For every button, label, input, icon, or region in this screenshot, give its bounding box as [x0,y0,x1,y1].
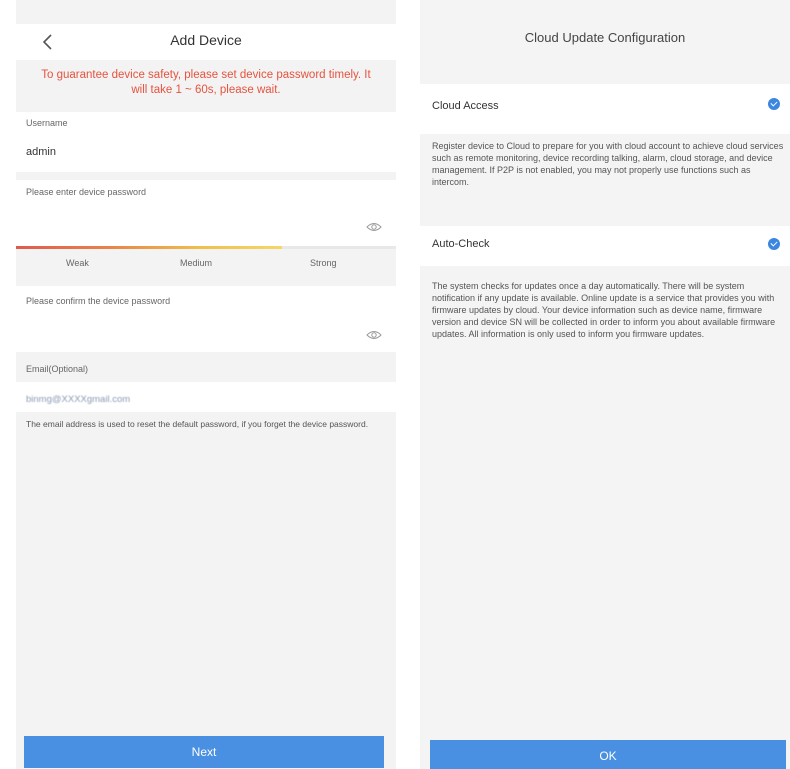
show-password-eye-icon[interactable] [366,220,382,232]
strength-medium-label: Medium [180,258,213,268]
page-title: Add Device [170,32,242,48]
cloud-access-description: Register device to Cloud to prepare for … [432,141,784,187]
confirm-password-field[interactable]: Please confirm the device password [16,286,396,352]
page-title: Cloud Update Configuration [524,30,686,45]
cloud-access-row[interactable]: Cloud Access [420,84,790,134]
cloud-access-title: Cloud Access [432,100,499,112]
ok-button[interactable]: OK [430,740,786,769]
safety-warning: To guarantee device safety, please set d… [41,69,371,96]
email-value: binmg@XXXXgmail.com [26,394,131,405]
password-strength-labels: Weak Medium Strong [16,258,396,272]
cloud-access-checked-icon[interactable] [768,98,780,110]
confirm-password-placeholder: Please confirm the device password [26,296,171,306]
auto-check-checked-icon[interactable] [768,238,780,250]
email-description: The email address is used to reset the d… [26,419,369,429]
strength-strong-label: Strong [310,258,337,268]
email-label: Email(Optional) [26,364,89,374]
cloud-update-screen: Cloud Update Configuration Cloud Access … [420,0,790,769]
strength-weak-label: Weak [66,258,89,268]
next-button[interactable]: Next [24,736,384,768]
password-placeholder: Please enter device password [26,187,147,197]
auto-check-title: Auto-Check [432,238,490,250]
auto-check-description: The system checks for updates once a day… [432,281,776,339]
password-strength-bar [16,246,396,249]
auto-check-row[interactable]: Auto-Check [420,226,790,266]
password-strength-fill [16,246,282,249]
show-confirm-password-eye-icon[interactable] [366,328,382,340]
password-field[interactable]: Please enter device password [16,180,396,246]
username-value: admin [26,146,56,158]
username-field[interactable]: Username admin [16,112,396,172]
nav-bar: Add Device [16,24,396,60]
username-label: Username [26,118,68,128]
add-device-screen: Add Device To guarantee device safety, p… [16,0,396,769]
